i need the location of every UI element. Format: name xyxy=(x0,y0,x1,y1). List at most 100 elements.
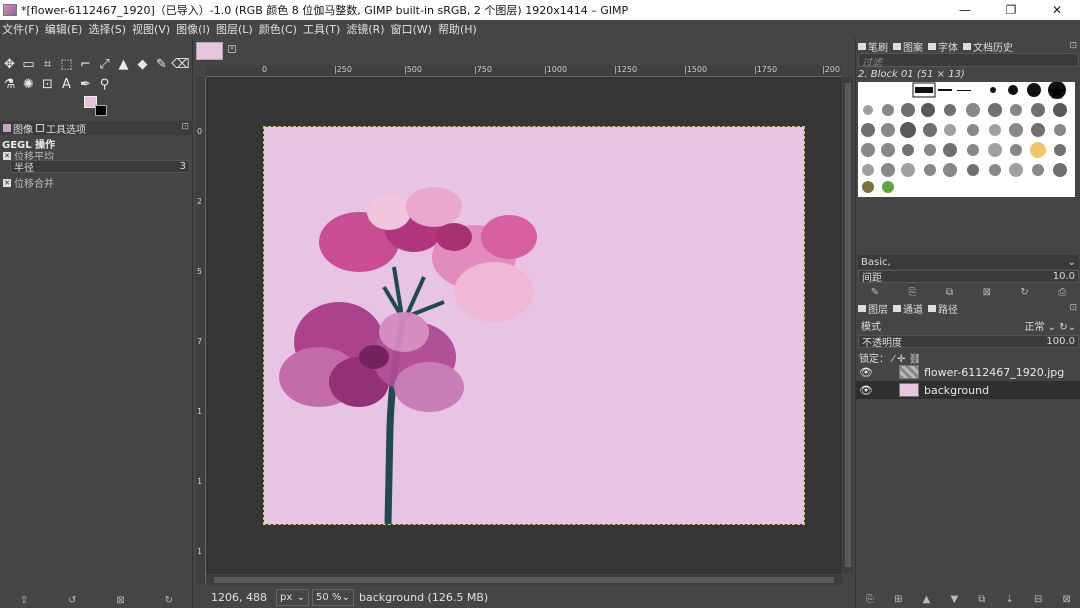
unit-select[interactable]: px ⌄ xyxy=(276,589,309,606)
dock-menu-icon[interactable]: ⊡ xyxy=(1069,303,1077,313)
ruler-tick: |750 xyxy=(474,65,492,74)
spacing-value[interactable]: 10.0 xyxy=(1053,271,1075,282)
image-canvas[interactable] xyxy=(263,126,805,525)
color-picker-tool-icon[interactable]: ✒ xyxy=(76,75,95,93)
visibility-eye-icon[interactable]: 👁 xyxy=(856,384,876,397)
menu-layer[interactable]: 图层(L) xyxy=(216,21,253,37)
duplicate-layer-icon[interactable]: ⧉ xyxy=(978,594,985,605)
reset-options-icon[interactable]: ↻ xyxy=(165,595,173,606)
refresh-brushes-icon[interactable]: ↻ xyxy=(1020,287,1028,298)
menu-edit[interactable]: 编辑(E) xyxy=(45,21,83,37)
menu-tools[interactable]: 工具(T) xyxy=(303,21,340,37)
clone-tool-icon[interactable]: ⚗ xyxy=(0,75,19,93)
bucket-fill-tool-icon[interactable]: ◆ xyxy=(133,55,152,73)
brush-filter-input[interactable]: 过滤 xyxy=(858,53,1079,69)
zoom-tool-icon[interactable]: ⚲ xyxy=(95,75,114,93)
menu-file[interactable]: 文件(F) xyxy=(2,21,39,37)
maximize-button[interactable]: ❐ xyxy=(988,0,1034,20)
tab-paths[interactable]: 路径 xyxy=(928,301,958,316)
tab-brushes[interactable]: 笔刷 xyxy=(858,39,888,54)
paintbrush-tool-icon[interactable]: ✎ xyxy=(152,55,171,73)
canvas-viewport[interactable] xyxy=(206,77,842,574)
tab-image[interactable]: 图像 xyxy=(3,121,33,136)
selected-brush-name: 2. Block 01 (51 × 13) xyxy=(858,69,965,80)
close-button[interactable]: ✕ xyxy=(1034,0,1080,20)
dodge-tool-icon[interactable]: ⊡ xyxy=(38,75,57,93)
layer-name[interactable]: background xyxy=(924,384,989,397)
horizontal-scrollbar[interactable] xyxy=(206,575,842,585)
channels-icon xyxy=(893,304,901,312)
duplicate-brush-icon[interactable]: ⧉ xyxy=(946,287,953,298)
opacity-value[interactable]: 100.0 xyxy=(1046,336,1075,347)
opacity-spinner[interactable]: 不透明度 100.0 xyxy=(858,335,1079,349)
color-selector[interactable] xyxy=(84,96,110,118)
menu-view[interactable]: 视图(V) xyxy=(132,21,170,37)
merge-down-icon[interactable]: ⇣ xyxy=(1006,594,1014,605)
mode-select[interactable]: 正常 ⌄ ↻⌄ xyxy=(1025,318,1077,333)
menu-colors[interactable]: 颜色(C) xyxy=(259,21,297,37)
scrollbar-thumb[interactable] xyxy=(214,577,834,583)
new-layer-group-icon[interactable]: ⎘ xyxy=(866,594,874,605)
background-color-swatch[interactable] xyxy=(95,105,107,116)
open-as-image-icon[interactable]: ⎙ xyxy=(1058,287,1066,298)
option-offset-merge[interactable]: ✕ 位移合并 xyxy=(3,175,54,190)
text-tool-icon[interactable]: A xyxy=(57,75,76,93)
delete-brush-icon[interactable]: ⊠ xyxy=(983,287,991,298)
new-brush-icon[interactable]: ⎘ xyxy=(909,287,917,298)
dock-menu-icon[interactable]: ⊡ xyxy=(1069,41,1077,51)
warp-tool-icon[interactable]: ▲ xyxy=(114,55,133,73)
ruler-tick: |1000 xyxy=(544,65,568,74)
rect-select-tool-icon[interactable]: ▭ xyxy=(19,55,38,73)
menu-filters[interactable]: 滤镜(R) xyxy=(346,21,384,37)
menu-help[interactable]: 帮助(H) xyxy=(438,21,477,37)
spacing-spinner[interactable]: 间距 10.0 xyxy=(858,270,1079,284)
layer-row[interactable]: 👁 background xyxy=(856,381,1080,399)
radius-value[interactable]: 3 xyxy=(180,161,186,172)
save-options-icon[interactable]: ⇪ xyxy=(20,595,28,606)
vertical-scrollbar[interactable] xyxy=(843,77,853,574)
tab-document-history[interactable]: 文档历史 xyxy=(963,39,1013,54)
tab-tool-options[interactable]: 工具选项 xyxy=(36,121,86,136)
tab-channels-label: 通道 xyxy=(903,304,923,316)
tab-fonts[interactable]: 字体 xyxy=(928,39,958,54)
add-mask-icon[interactable]: ⊟ xyxy=(1034,594,1042,605)
lower-layer-icon[interactable]: ▼ xyxy=(950,594,958,605)
dock-menu-icon[interactable]: ⊡ xyxy=(181,122,189,132)
free-select-tool-icon[interactable]: ⌗ xyxy=(38,55,57,73)
minimize-button[interactable]: — xyxy=(942,0,988,20)
image-tab-close-icon[interactable]: × xyxy=(228,45,236,53)
menu-image[interactable]: 图像(I) xyxy=(176,21,210,37)
raise-layer-icon[interactable]: ▲ xyxy=(923,594,931,605)
tab-layers[interactable]: 图层 xyxy=(858,301,888,316)
delete-layer-icon[interactable]: ⊠ xyxy=(1063,594,1071,605)
brush-thumbnails[interactable] xyxy=(858,81,1075,197)
edit-brush-icon[interactable]: ✎ xyxy=(871,287,879,298)
move-tool-icon[interactable]: ✥ xyxy=(0,55,19,73)
layer-name[interactable]: flower-6112467_1920.jpg xyxy=(924,366,1064,379)
delete-options-icon[interactable]: ⊠ xyxy=(116,595,124,606)
menu-bar: 文件(F) 编辑(E) 选择(S) 视图(V) 图像(I) 图层(L) 颜色(C… xyxy=(0,20,1080,38)
layer-row[interactable]: 👁 flower-6112467_1920.jpg xyxy=(856,363,1080,381)
crop-tool-icon[interactable]: ⌐ xyxy=(76,55,95,73)
horizontal-ruler[interactable]: 0 |250 |500 |750 |1000 |1250 |1500 |1750… xyxy=(206,65,842,77)
tab-patterns[interactable]: 图案 xyxy=(893,39,923,54)
tab-channels[interactable]: 通道 xyxy=(893,301,923,316)
vertical-ruler[interactable]: 0 2 5 7 1 1 1 xyxy=(196,77,206,585)
transform-tool-icon[interactable]: ⤢ xyxy=(95,55,114,73)
menu-select[interactable]: 选择(S) xyxy=(88,21,126,37)
restore-options-icon[interactable]: ↺ xyxy=(68,595,76,606)
ruler-tick: 7 xyxy=(197,337,203,346)
scrollbar-thumb[interactable] xyxy=(845,83,851,567)
font-icon xyxy=(928,42,936,50)
fuzzy-select-tool-icon[interactable]: ⬚ xyxy=(57,55,76,73)
image-tab-thumbnail[interactable] xyxy=(196,42,223,60)
new-layer-icon[interactable]: ⊞ xyxy=(894,594,902,605)
visibility-eye-icon[interactable]: 👁 xyxy=(856,366,876,379)
brush-preset-select[interactable]: Basic, ⌄ xyxy=(858,255,1079,269)
menu-windows[interactable]: 窗口(W) xyxy=(391,21,432,37)
zoom-select[interactable]: 50 % ⌄ xyxy=(312,589,354,606)
smudge-tool-icon[interactable]: ✺ xyxy=(19,75,38,93)
brush-grid[interactable] xyxy=(858,81,1075,197)
eraser-tool-icon[interactable]: ⌫ xyxy=(171,55,190,73)
radius-spinner[interactable]: 半径 3 xyxy=(10,160,190,174)
